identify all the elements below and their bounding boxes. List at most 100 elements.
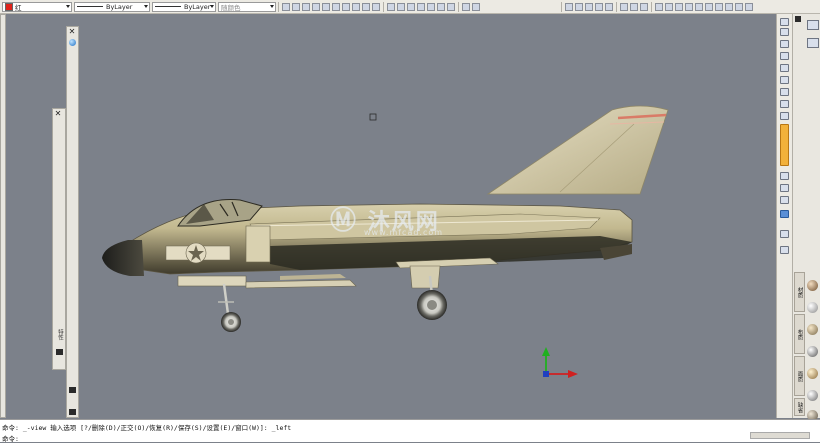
light-icon[interactable] bbox=[780, 18, 789, 26]
material-icon[interactable] bbox=[640, 2, 648, 11]
sun-icon[interactable] bbox=[780, 230, 789, 238]
sky-icon[interactable] bbox=[715, 2, 723, 11]
settings-icon[interactable] bbox=[780, 210, 789, 218]
palette-menu-icon[interactable] bbox=[795, 16, 801, 22]
continuous-orbit-icon[interactable] bbox=[407, 2, 415, 11]
materials-browser-icon[interactable] bbox=[705, 2, 713, 11]
line-sample-icon bbox=[77, 6, 103, 7]
orbit-icon[interactable] bbox=[387, 2, 395, 11]
tab-materials-2[interactable]: 布质 bbox=[794, 314, 805, 354]
properties-palette[interactable]: ✕ 特性 bbox=[52, 108, 66, 370]
array-icon[interactable] bbox=[780, 112, 789, 120]
material-swatch[interactable] bbox=[807, 390, 818, 401]
tab-materials-3[interactable]: 面质 bbox=[794, 356, 805, 396]
sun-icon[interactable] bbox=[630, 2, 638, 11]
external-tank bbox=[177, 275, 247, 287]
contrast-icon[interactable] bbox=[780, 184, 789, 192]
bulb-icon[interactable] bbox=[780, 172, 789, 180]
rotate-icon[interactable] bbox=[780, 76, 789, 84]
3d-wireframe-icon[interactable] bbox=[575, 2, 583, 11]
palette-autohide-icon[interactable] bbox=[69, 409, 76, 415]
material-swatch[interactable] bbox=[807, 324, 818, 335]
tool-palette[interactable]: ✕ bbox=[66, 26, 79, 418]
lineweight-dropdown[interactable]: ByLayer bbox=[152, 1, 216, 12]
material-swatch[interactable] bbox=[807, 346, 818, 357]
material-swatch[interactable] bbox=[807, 302, 818, 313]
command-history: 命令: _-view 输入选项 [?/删除(D)/正交(O)/恢复(R)/保存(… bbox=[2, 424, 292, 432]
chevron-down-icon bbox=[144, 4, 148, 8]
light-icon[interactable] bbox=[620, 2, 628, 11]
close-icon[interactable]: ✕ bbox=[68, 28, 76, 36]
command-scrollbar[interactable] bbox=[750, 432, 810, 439]
materials-palette[interactable]: 材质 布质 面质 缺省 bbox=[792, 14, 820, 421]
material-swatch[interactable] bbox=[807, 280, 818, 291]
left-edge-palette[interactable] bbox=[0, 14, 6, 418]
point-light-icon[interactable] bbox=[780, 40, 789, 48]
conceptual-icon[interactable] bbox=[605, 2, 613, 11]
close-icon[interactable]: ✕ bbox=[54, 110, 62, 118]
layer-dropdown[interactable]: 红 bbox=[2, 1, 72, 12]
realistic-icon[interactable] bbox=[595, 2, 603, 11]
toolbar-separator bbox=[561, 1, 562, 12]
toolbar-separator bbox=[278, 1, 279, 12]
help-icon[interactable] bbox=[745, 2, 753, 11]
free-orbit-icon[interactable] bbox=[397, 2, 405, 11]
tab-materials-4[interactable]: 缺省 bbox=[794, 398, 805, 416]
distant-light-icon[interactable] bbox=[780, 52, 789, 60]
properties-icon[interactable] bbox=[735, 2, 743, 11]
line-sample-icon bbox=[155, 6, 181, 7]
render-window-icon[interactable] bbox=[685, 2, 693, 11]
palette-title: 特性 bbox=[57, 329, 63, 340]
view-top-icon[interactable] bbox=[282, 2, 290, 11]
render-icon[interactable] bbox=[807, 20, 819, 30]
fly-icon[interactable] bbox=[447, 2, 455, 11]
iso-sw-icon[interactable] bbox=[342, 2, 350, 11]
view-right-icon[interactable] bbox=[312, 2, 320, 11]
linetype-dropdown[interactable]: ByLayer bbox=[74, 1, 150, 12]
gradient-icon[interactable] bbox=[780, 196, 789, 204]
tab-materials-1[interactable]: 材质 bbox=[794, 272, 805, 312]
vertical-stabilizer bbox=[486, 105, 669, 195]
hidden-icon[interactable] bbox=[585, 2, 593, 11]
lineweight-value: ByLayer bbox=[184, 2, 211, 11]
environment-icon[interactable] bbox=[695, 2, 703, 11]
sky-icon[interactable] bbox=[780, 246, 789, 254]
zoom-icon[interactable] bbox=[472, 2, 480, 11]
view-back-icon[interactable] bbox=[332, 2, 340, 11]
mirror-icon[interactable] bbox=[780, 100, 789, 108]
iso-ne-icon[interactable] bbox=[362, 2, 370, 11]
model-viewport[interactable]: Ⓜ 沐风网 www.mfcad.com bbox=[0, 14, 776, 418]
render-icon[interactable] bbox=[655, 2, 663, 11]
palette-menu-icon[interactable] bbox=[69, 387, 76, 393]
toolbar-separator bbox=[383, 1, 384, 12]
scale-icon[interactable] bbox=[780, 88, 789, 96]
adjust-distance-icon[interactable] bbox=[417, 2, 425, 11]
ui-icon[interactable] bbox=[725, 2, 733, 11]
command-window[interactable]: 命令: _-view 输入选项 [?/删除(D)/正交(O)/恢复(R)/保存(… bbox=[0, 419, 820, 443]
globe-icon[interactable] bbox=[69, 39, 76, 46]
material-icon[interactable] bbox=[807, 38, 819, 48]
iso-nw-icon[interactable] bbox=[372, 2, 380, 11]
view-bottom-icon[interactable] bbox=[292, 2, 300, 11]
material-swatch[interactable] bbox=[807, 368, 818, 379]
ucs-icon bbox=[542, 347, 578, 378]
toolbar-separator bbox=[651, 1, 652, 12]
move-icon[interactable] bbox=[780, 64, 789, 72]
render-region-icon[interactable] bbox=[665, 2, 673, 11]
layer-value: 红 bbox=[15, 3, 22, 12]
chevron-down-icon bbox=[270, 4, 274, 8]
palette-menu-icon[interactable] bbox=[56, 349, 63, 355]
spot-light-icon[interactable] bbox=[780, 28, 789, 36]
walk-icon[interactable] bbox=[437, 2, 445, 11]
view-left-icon[interactable] bbox=[302, 2, 310, 11]
plotstyle-dropdown[interactable]: 随颜色 bbox=[218, 1, 276, 12]
2d-wireframe-icon[interactable] bbox=[565, 2, 573, 11]
camera-icon[interactable] bbox=[462, 2, 470, 11]
view-front-icon[interactable] bbox=[322, 2, 330, 11]
materials-panel-icon[interactable] bbox=[780, 124, 789, 166]
iso-se-icon[interactable] bbox=[352, 2, 360, 11]
render-settings-icon[interactable] bbox=[675, 2, 683, 11]
swivel-icon[interactable] bbox=[427, 2, 435, 11]
command-prompt[interactable]: 命令: bbox=[2, 433, 19, 443]
linetype-value: ByLayer bbox=[106, 2, 133, 11]
